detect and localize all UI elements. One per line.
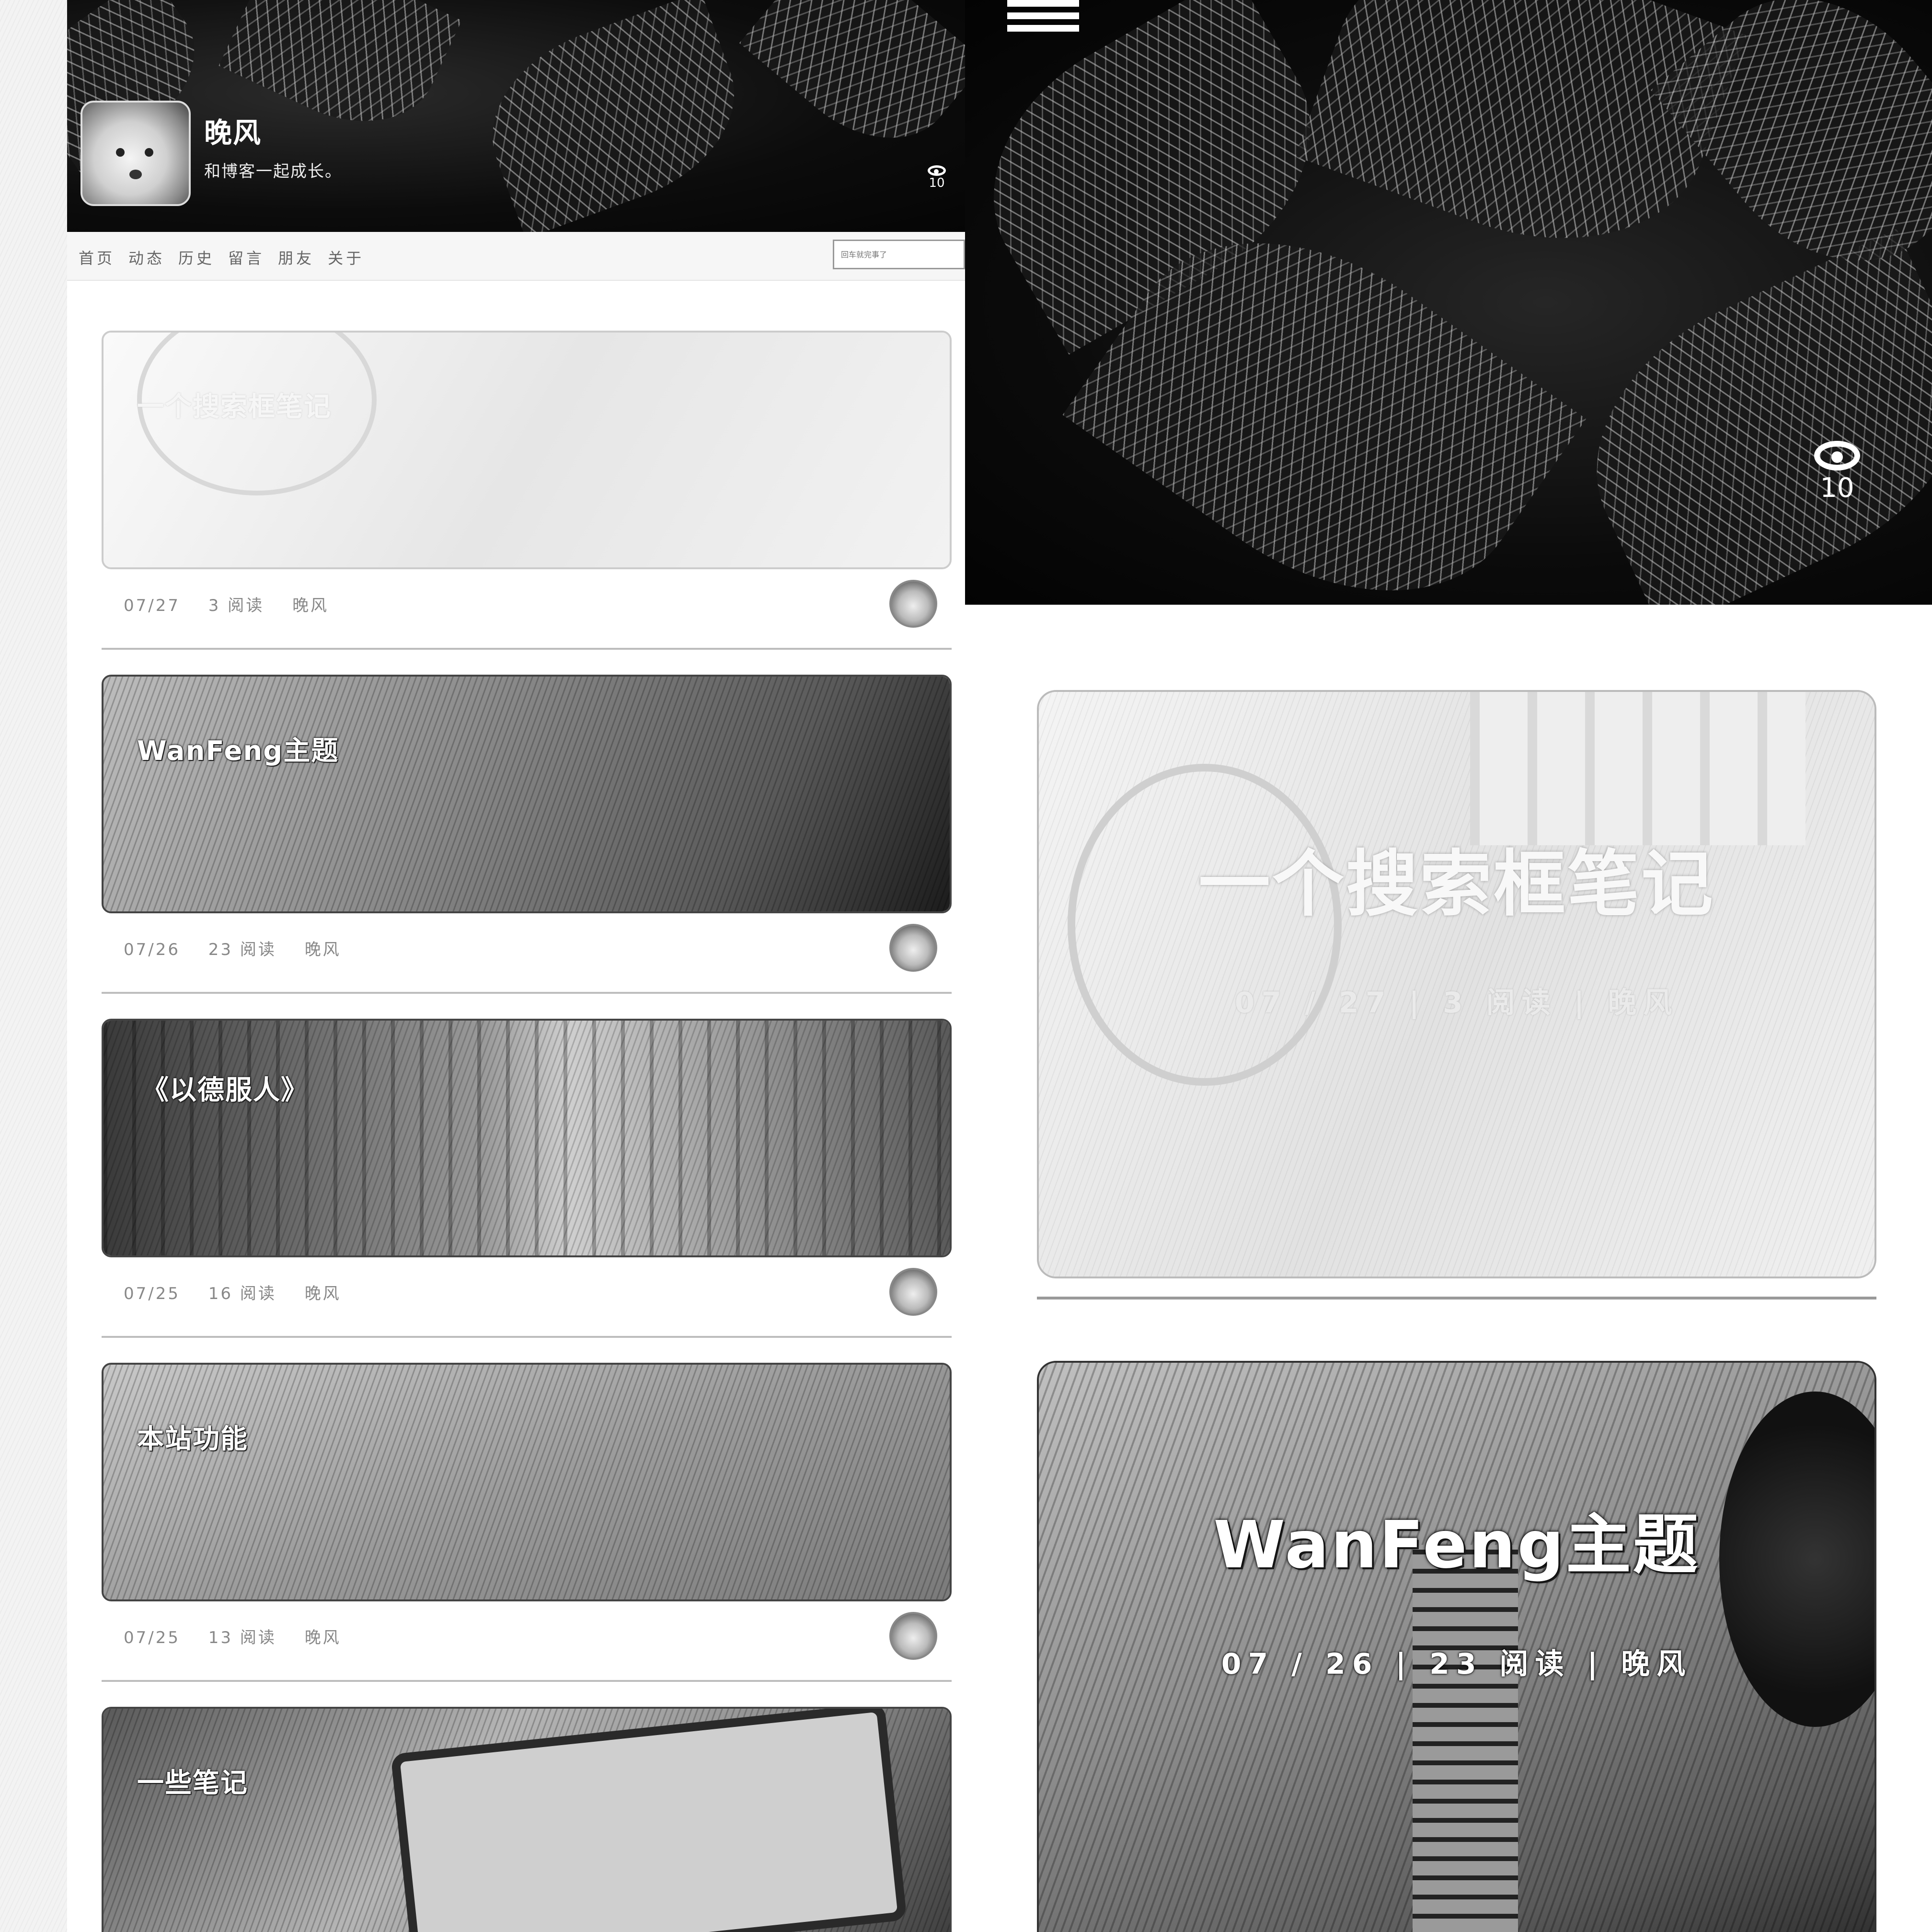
post-card[interactable]: 一个搜索框笔记 — [102, 331, 952, 569]
eye-icon — [928, 165, 946, 176]
author-avatar[interactable] — [889, 924, 937, 972]
post-author[interactable]: 晚风 — [305, 940, 341, 959]
search-input[interactable] — [834, 241, 964, 268]
post-cover-image — [104, 1021, 950, 1255]
post-card[interactable]: 一些笔记 — [102, 1707, 952, 1932]
view-count: 10 — [929, 176, 945, 190]
post-date: 07/27 — [124, 596, 180, 615]
divider — [102, 1336, 952, 1338]
post-card[interactable]: WanFeng主题 — [102, 675, 952, 913]
view-count: 10 — [1820, 472, 1854, 504]
post-title[interactable]: 一个搜索框笔记 — [137, 385, 332, 424]
view-counter: 10 — [925, 165, 949, 190]
books-sketch — [1470, 692, 1806, 845]
post-reads: 3 阅读 — [208, 596, 264, 615]
post-date: 07/26 — [124, 940, 180, 959]
hero-banner: 10 — [965, 0, 1932, 605]
post-card[interactable]: 《以德服人》 — [102, 1019, 952, 1257]
site-name[interactable]: 晚风 — [204, 110, 262, 150]
nav-item-guestbook[interactable]: 留言 — [228, 246, 264, 268]
post-cover-image — [104, 1365, 950, 1599]
post-title[interactable]: 一个搜索框笔记 — [1039, 826, 1874, 930]
nav-menu: 首页 动态 历史 留言 朋友 关于 — [79, 246, 364, 268]
divider — [102, 1680, 952, 1682]
fern-decoration — [467, 0, 760, 232]
eye-icon — [1814, 441, 1860, 471]
nav-item-about[interactable]: 关于 — [328, 246, 364, 268]
post-date: 07/25 — [124, 1628, 180, 1647]
site-description: 和博客一起成长。 — [204, 162, 342, 181]
nav-item-history[interactable]: 历史 — [178, 246, 215, 268]
post-author[interactable]: 晚风 — [305, 1628, 341, 1647]
post-title[interactable]: 本站功能 — [137, 1417, 248, 1456]
fern-decoration — [1295, 0, 1747, 288]
view-counter: 10 — [1808, 441, 1866, 504]
fern-decoration — [1549, 229, 1932, 605]
post-author[interactable]: 晚风 — [292, 596, 329, 615]
post-meta: 07 / 26 | 23 阅读 | 晚风 — [1221, 1647, 1692, 1681]
post-card[interactable]: 本站功能 — [102, 1363, 952, 1601]
post-reads: 16 阅读 — [208, 1284, 276, 1303]
post-reads: 13 阅读 — [208, 1628, 276, 1647]
desktop-layout-panel: 10 一个搜索框笔记 07 / 27 | 3 阅读 | 晚风 WanFeng主题… — [965, 0, 1932, 1932]
site-avatar[interactable] — [80, 101, 191, 206]
menu-icon[interactable] — [1007, 0, 1079, 48]
post-card-large[interactable]: WanFeng主题 07 / 26 | 23 阅读 | 晚风 — [1037, 1361, 1876, 1932]
search-box[interactable] — [833, 240, 965, 269]
post-title[interactable]: WanFeng主题 — [137, 729, 339, 768]
fern-decoration — [739, 0, 965, 172]
post-card-large[interactable]: 一个搜索框笔记 07 / 27 | 3 阅读 | 晚风 — [1037, 690, 1876, 1278]
post-cover-image — [104, 677, 950, 911]
divider — [102, 992, 952, 994]
nav-item-home[interactable]: 首页 — [79, 246, 115, 268]
nav-item-moments[interactable]: 动态 — [128, 246, 165, 268]
mobile-layout-panel: 晚风 和博客一起成长。 10 首页 动态 历史 留言 朋友 关于 一个搜索框笔记… — [67, 0, 965, 1932]
author-avatar[interactable] — [889, 1268, 937, 1316]
post-meta: 07/26 23 阅读 晚风 — [124, 936, 362, 960]
divider — [102, 648, 952, 650]
post-date: 07/25 — [124, 1284, 180, 1303]
author-avatar[interactable] — [889, 1612, 937, 1660]
nav-item-friends[interactable]: 朋友 — [278, 246, 314, 268]
post-title[interactable]: 一些笔记 — [137, 1761, 248, 1800]
nav-bar: 首页 动态 历史 留言 朋友 关于 — [67, 232, 965, 281]
post-reads: 23 阅读 — [208, 940, 276, 959]
post-author[interactable]: 晚风 — [305, 1284, 341, 1303]
post-title[interactable]: WanFeng主题 — [1039, 1492, 1874, 1587]
post-meta: 07 / 27 | 3 阅读 | 晚风 — [1234, 986, 1679, 1020]
header-banner: 晚风 和博客一起成长。 10 — [67, 0, 965, 232]
divider — [1037, 1297, 1876, 1300]
tower-sketch — [1413, 1545, 1518, 1932]
post-meta: 07/27 3 阅读 晚风 — [124, 592, 350, 616]
post-meta: 07/25 16 阅读 晚风 — [124, 1280, 362, 1304]
post-title[interactable]: 《以德服人》 — [142, 1069, 309, 1107]
post-meta: 07/25 13 阅读 晚风 — [124, 1624, 362, 1648]
author-avatar[interactable] — [889, 580, 937, 628]
